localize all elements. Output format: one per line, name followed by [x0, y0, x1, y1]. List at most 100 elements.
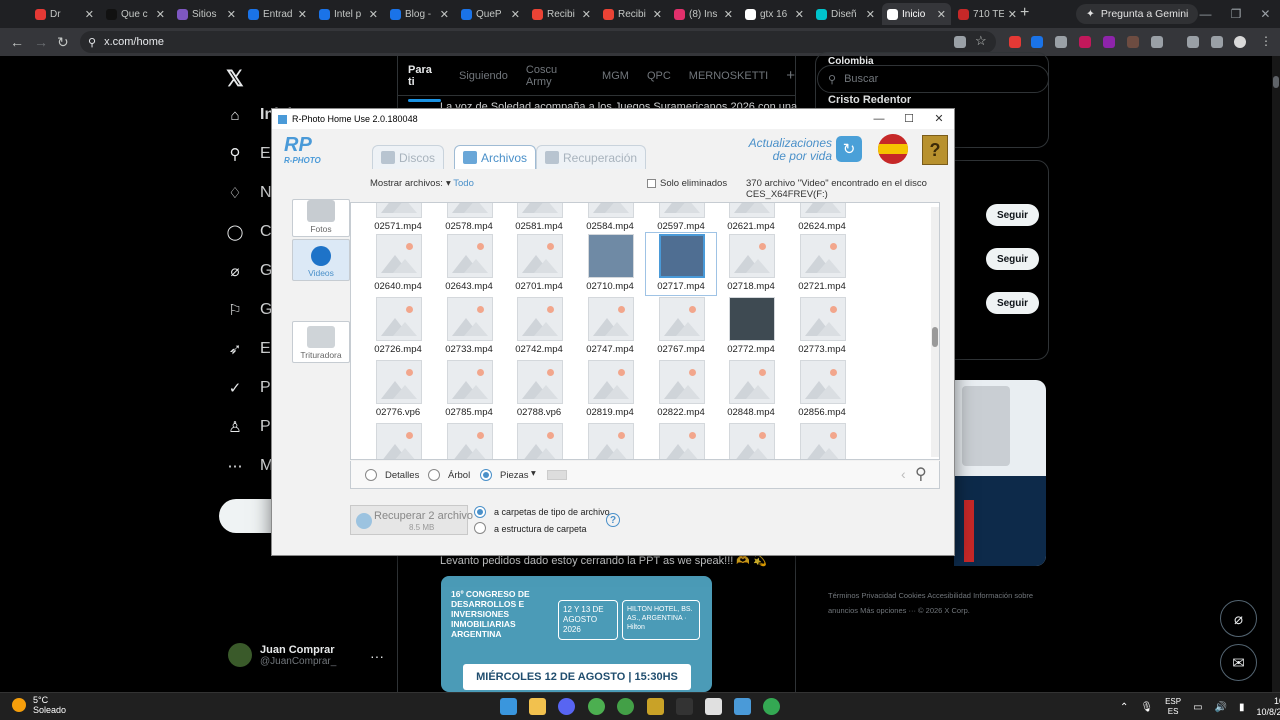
file-tile[interactable]: 02726.mp4	[363, 296, 433, 358]
close-icon[interactable]: ✕	[227, 8, 236, 21]
new-tab-button[interactable]: +	[1020, 4, 1029, 22]
file-tile[interactable]	[575, 422, 645, 459]
follow-button[interactable]: Seguir	[986, 248, 1039, 270]
microphone-icon[interactable]: 🎙	[1140, 702, 1153, 713]
tab-discos[interactable]: Discos	[372, 145, 445, 169]
sidebar-item-trituradora[interactable]: Trituradora	[292, 321, 350, 363]
file-tile[interactable]: 02747.mp4	[575, 296, 645, 358]
follow-button[interactable]: Seguir	[986, 292, 1039, 314]
close-icon[interactable]: ✕	[440, 8, 449, 21]
browser-tab[interactable]: Blog - ✕	[385, 3, 454, 25]
maximize-icon[interactable]: ❐	[1231, 7, 1242, 21]
search-input[interactable]: ⚲ Buscar	[817, 65, 1049, 93]
close-icon[interactable]: ✕	[724, 8, 733, 21]
view-arbol-radio[interactable]	[428, 469, 440, 481]
filter-dropdown[interactable]: ▾ Todo	[446, 178, 474, 189]
tab-feed[interactable]: Para ti	[408, 64, 441, 102]
page-scrollbar-thumb[interactable]	[1273, 76, 1279, 88]
file-tile[interactable]: 02640.mp4	[363, 233, 433, 295]
file-tile[interactable]: 02581.mp4	[504, 203, 574, 235]
weather-widget[interactable]: 5°C Soleado	[12, 695, 66, 715]
file-tile[interactable]: 02742.mp4	[504, 296, 574, 358]
file-tile[interactable]: 02701.mp4	[504, 233, 574, 295]
file-tile[interactable]: 02721.mp4	[787, 233, 857, 295]
add-tab-icon[interactable]: +	[786, 67, 795, 84]
file-tile[interactable]: 02643.mp4	[434, 233, 504, 295]
file-tile[interactable]: 02733.mp4	[434, 296, 504, 358]
file-tile[interactable]: 02584.mp4	[575, 203, 645, 235]
file-tile[interactable]: 02621.mp4	[716, 203, 786, 235]
close-icon[interactable]: ✕	[511, 8, 520, 21]
x-logo-icon[interactable]: 𝕏	[226, 66, 244, 92]
post-image[interactable]: 16º CONGRESO DE DESARROLLOS E INVERSIONE…	[441, 576, 712, 692]
forward-icon[interactable]: →	[34, 34, 48, 50]
star-icon[interactable]: ☆	[975, 33, 987, 48]
trend-item[interactable]: Cristo Redentor	[828, 94, 911, 106]
file-tile[interactable]	[434, 422, 504, 459]
close-icon[interactable]: ✕	[937, 8, 946, 21]
reload-icon[interactable]: ↻	[57, 34, 69, 51]
browser-tab[interactable]: (8) Ins ✕	[669, 3, 738, 25]
file-tile[interactable]	[504, 422, 574, 459]
file-explorer-icon[interactable]	[529, 698, 546, 715]
file-tile[interactable]: 02822.mp4	[646, 359, 716, 421]
file-tile[interactable]: 02578.mp4	[434, 203, 504, 235]
follow-button[interactable]: Seguir	[986, 204, 1039, 226]
file-tile[interactable]: 02624.mp4	[787, 203, 857, 235]
chevron-left-icon[interactable]: ‹	[901, 466, 906, 482]
tab-feed[interactable]: Coscu Army	[526, 64, 584, 88]
file-tile[interactable]: 02776.vp6	[363, 359, 433, 421]
browser-tab[interactable]: Recibi ✕	[527, 3, 596, 25]
chrome-icon[interactable]	[588, 698, 605, 715]
tab-feed[interactable]: MGM	[602, 70, 629, 82]
file-tile[interactable]: 02571.mp4	[363, 203, 433, 235]
chevron-up-icon[interactable]: ⌃	[1120, 702, 1128, 713]
start-icon[interactable]	[500, 698, 517, 715]
browser-tab[interactable]: Recibi ✕	[598, 3, 667, 25]
tab-recuperacion[interactable]: Recuperación	[536, 145, 647, 169]
extension-icon[interactable]	[1079, 36, 1091, 48]
close-icon[interactable]: ✕	[866, 8, 875, 21]
extension-icon[interactable]	[1127, 36, 1139, 48]
browser-tab[interactable]: Entrad ✕	[243, 3, 312, 25]
grok-icon[interactable]: ⌀	[1220, 600, 1257, 637]
minimize-icon[interactable]: —	[1200, 7, 1212, 21]
file-tile[interactable]: 02718.mp4	[716, 233, 786, 295]
file-tile[interactable]: 02788.vp6	[504, 359, 574, 421]
extension-icon[interactable]	[1031, 36, 1043, 48]
footer-links[interactable]: Términos Privacidad Cookies Accesibilida…	[828, 588, 1058, 618]
file-tile[interactable]	[787, 422, 857, 459]
reading-list-icon[interactable]	[1211, 36, 1223, 48]
site-info-icon[interactable]: ⚲	[88, 36, 96, 49]
recover-button[interactable]: Recuperar 2 archivo 8.5 MB	[350, 505, 473, 535]
close-icon[interactable]: ✕	[924, 109, 954, 129]
extension-icon[interactable]	[1055, 36, 1067, 48]
only-deleted-checkbox[interactable]	[647, 179, 656, 188]
messages-icon[interactable]: ✉	[1220, 644, 1257, 681]
chevron-down-icon[interactable]: ▾	[531, 468, 536, 479]
maximize-icon[interactable]: ☐	[894, 109, 924, 129]
view-detalles-radio[interactable]	[365, 469, 377, 481]
close-icon[interactable]: ✕	[1260, 7, 1270, 21]
clock[interactable]: 10:46 10/8/2026	[1257, 696, 1280, 718]
close-icon[interactable]: ✕	[795, 8, 804, 21]
dest-structure-radio[interactable]	[474, 522, 486, 534]
app-icon[interactable]	[705, 698, 722, 715]
file-tile[interactable]: 02710.mp4	[575, 233, 645, 295]
sidebar-item-videos[interactable]: Videos	[292, 239, 350, 281]
help-icon[interactable]: ?	[606, 513, 620, 527]
language-indicator[interactable]: ESP ES	[1165, 697, 1181, 717]
address-bar[interactable]: ⚲ x.com/home	[80, 31, 996, 53]
help-book-icon[interactable]: ?	[922, 135, 948, 165]
app-icon[interactable]	[647, 698, 664, 715]
battery-icon[interactable]: ▮	[1239, 702, 1245, 713]
tab-feed[interactable]: MERNOSKETTI	[689, 70, 768, 82]
browser-tab[interactable]: 710 TE ✕	[953, 3, 1022, 25]
app-icon[interactable]	[676, 698, 693, 715]
close-icon[interactable]: ✕	[298, 8, 307, 21]
file-tile[interactable]: 02597.mp4	[646, 203, 716, 235]
close-icon[interactable]: ✕	[156, 8, 165, 21]
profile-avatar[interactable]	[1234, 36, 1246, 48]
close-icon[interactable]: ✕	[85, 8, 94, 21]
file-tile[interactable]: 02819.mp4	[575, 359, 645, 421]
